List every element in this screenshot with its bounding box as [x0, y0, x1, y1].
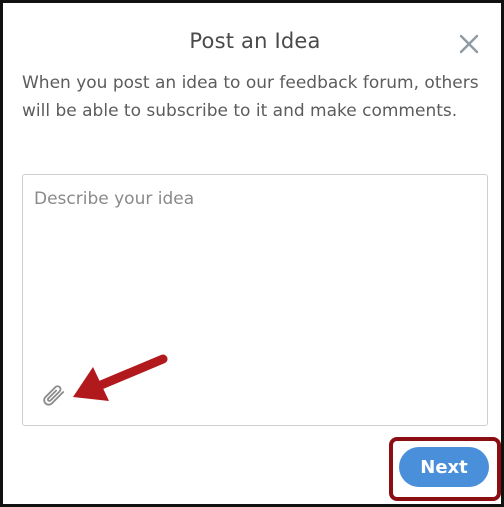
- close-icon[interactable]: [455, 30, 483, 58]
- paperclip-icon[interactable]: [37, 380, 71, 414]
- idea-description-input[interactable]: [23, 175, 487, 375]
- next-button[interactable]: Next: [399, 447, 489, 487]
- idea-input-container: [22, 174, 488, 426]
- post-idea-dialog: Post an Idea When you post an idea to ou…: [0, 0, 504, 507]
- dialog-description: When you post an idea to our feedback fo…: [22, 73, 479, 121]
- dialog-title: Post an Idea: [189, 29, 321, 53]
